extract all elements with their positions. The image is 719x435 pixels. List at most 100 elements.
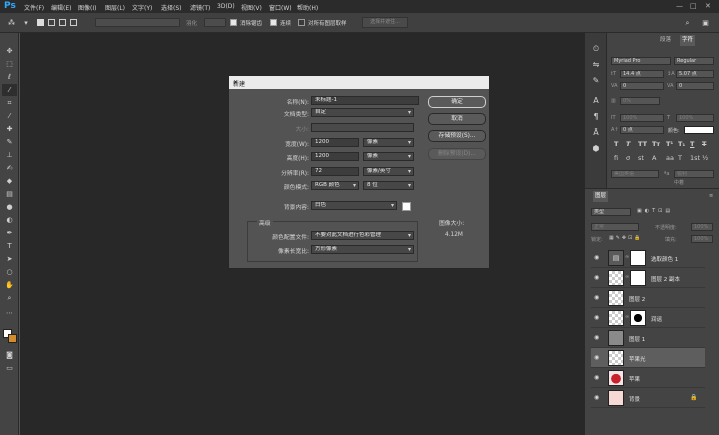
baseline-shift-input[interactable]: 0 点 xyxy=(620,126,664,134)
menu-filter[interactable]: 滤镜(T) xyxy=(190,3,210,12)
cancel-button[interactable]: 取消 xyxy=(428,113,486,125)
eyedropper-tool-icon[interactable]: ⁄ xyxy=(2,110,17,122)
color-profile-select[interactable]: 不要对此文档进行色彩管理 xyxy=(311,231,414,240)
tsume-select[interactable]: 0% xyxy=(620,97,660,105)
resolution-unit-select[interactable]: 像素/英寸 xyxy=(363,167,414,176)
quick-mask-icon[interactable]: ◙ xyxy=(2,349,17,361)
fractions-icon[interactable]: 1st xyxy=(690,154,700,162)
screen-mode-icon[interactable]: ▭ xyxy=(2,362,17,374)
select-and-mask-button[interactable]: 选择并遮住... xyxy=(362,17,408,28)
height-input[interactable]: 1200 xyxy=(311,152,359,161)
filter-icons[interactable]: ▣◐T⊡▤ xyxy=(637,208,673,214)
menu-help[interactable]: 帮助(H) xyxy=(297,3,318,12)
new-selection-icon[interactable] xyxy=(37,19,44,26)
name-input[interactable]: 未标题-1 xyxy=(311,96,419,105)
restore-button[interactable]: □ xyxy=(690,2,697,10)
close-icon[interactable]: ✕ xyxy=(233,79,485,86)
add-selection-icon[interactable] xyxy=(48,19,55,26)
delete-preset-button[interactable]: 删除预设(D)... xyxy=(428,148,486,160)
font-family-select[interactable]: Myriad Pro xyxy=(611,57,671,65)
anti-alias-checkbox[interactable] xyxy=(230,19,237,26)
tracking-select[interactable]: 0 xyxy=(676,82,714,90)
glyphs-panel-icon[interactable]: Ā xyxy=(590,127,602,139)
all-caps-icon[interactable]: TT xyxy=(638,140,647,148)
bit-depth-select[interactable]: 8 位 xyxy=(363,181,414,190)
menu-edit[interactable]: 编辑(E) xyxy=(51,3,71,12)
clone-stamp-tool-icon[interactable]: ⊥ xyxy=(2,149,17,161)
faux-bold-icon[interactable]: T xyxy=(614,140,618,148)
layer-mask-thumbnail[interactable] xyxy=(630,310,646,326)
vertical-scale-input[interactable]: 100% xyxy=(620,114,664,122)
background-contents-select[interactable]: 白色 xyxy=(311,201,397,210)
layer-mask-thumbnail[interactable] xyxy=(630,250,646,266)
pen-tool-icon[interactable]: ✒ xyxy=(2,227,17,239)
pixel-aspect-select[interactable]: 方形像素 xyxy=(311,245,414,254)
paragraph-panel-icon[interactable]: ¶ xyxy=(590,111,602,123)
menu-window[interactable]: 窗口(W) xyxy=(269,3,292,12)
menu-image[interactable]: 图像(I) xyxy=(78,3,96,12)
faux-italic-icon[interactable]: T xyxy=(626,140,630,148)
resolution-input[interactable]: 72 xyxy=(311,167,359,176)
menu-3d[interactable]: 3D(D) xyxy=(217,3,235,10)
save-preset-button[interactable]: 存储预设(S)... xyxy=(428,130,486,142)
history-brush-tool-icon[interactable]: ✍ xyxy=(2,162,17,174)
blend-mode-select[interactable]: 正常 xyxy=(591,223,639,231)
subscript-icon[interactable]: T₁ xyxy=(678,140,685,148)
tab-layers[interactable]: 图层 xyxy=(593,191,609,202)
type-tool-icon[interactable]: T xyxy=(2,240,17,252)
kerning-select[interactable]: 0 xyxy=(620,82,664,90)
layer-mask-thumbnail[interactable] xyxy=(630,270,646,286)
horizontal-scale-input[interactable]: 100% xyxy=(676,114,714,122)
move-tool-icon[interactable]: ✥ xyxy=(2,45,17,57)
background-color-swatch[interactable] xyxy=(402,202,411,211)
strikethrough-icon[interactable]: T xyxy=(702,140,706,148)
blur-tool-icon[interactable]: ● xyxy=(2,201,17,213)
stylistic-alternates-icon[interactable]: A xyxy=(652,154,656,162)
ok-button[interactable]: 确定 xyxy=(428,96,486,108)
brush-settings-icon[interactable]: ✎ xyxy=(590,75,602,87)
width-unit-select[interactable]: 像素 xyxy=(363,138,414,147)
small-caps-icon[interactable]: Tт xyxy=(652,140,660,148)
adjustments-panel-icon[interactable]: ⇋ xyxy=(590,59,602,71)
leading-select[interactable]: 5.07 点 xyxy=(676,70,714,78)
color-mode-select[interactable]: RGB 颜色 xyxy=(311,181,359,190)
feather-input[interactable] xyxy=(204,18,226,27)
tool-preset-chevron-icon[interactable]: ▾ xyxy=(22,17,30,29)
eye-icon[interactable]: ◉ xyxy=(594,334,599,341)
layer-row[interactable]: ◉ 图层 1 xyxy=(591,328,705,348)
zoom-tool-icon[interactable]: ⌕ xyxy=(2,292,17,304)
3d-panel-icon[interactable]: ⬢ xyxy=(590,143,602,155)
eye-icon[interactable]: ◉ xyxy=(594,374,599,381)
sample-all-checkbox[interactable] xyxy=(298,19,305,26)
language-select[interactable]: 美国英语 xyxy=(611,170,659,178)
opacity-input[interactable]: 100% xyxy=(691,223,713,231)
menu-type[interactable]: 文字(Y) xyxy=(132,3,152,12)
layer-filter-select[interactable]: 类型 xyxy=(591,208,631,216)
shape-tool-icon[interactable]: ○ xyxy=(2,266,17,278)
fill-input[interactable]: 100% xyxy=(691,235,713,243)
font-size-select[interactable]: 14.4 点 xyxy=(620,70,664,78)
crop-tool-icon[interactable]: ⌗ xyxy=(2,97,17,109)
contiguous-checkbox[interactable] xyxy=(270,19,277,26)
eye-icon[interactable]: ◉ xyxy=(594,294,599,301)
dodge-tool-icon[interactable]: ◐ xyxy=(2,214,17,226)
layer-row[interactable]: ◉ 苹果光 xyxy=(591,348,705,368)
character-panel-icon[interactable]: A xyxy=(590,95,602,107)
titling-alternates-icon[interactable]: aa xyxy=(666,154,674,162)
text-color-swatch[interactable] xyxy=(684,126,714,134)
layer-row[interactable]: ◉ 苹果 xyxy=(591,368,705,388)
magic-wand-tool-icon[interactable]: ⁂ xyxy=(4,17,19,29)
advanced-toggle[interactable]: 高级 xyxy=(257,218,273,227)
eye-icon[interactable]: ◉ xyxy=(594,314,599,321)
width-input[interactable]: 1200 xyxy=(311,138,359,147)
height-unit-select[interactable]: 像素 xyxy=(363,152,414,161)
subtract-selection-icon[interactable] xyxy=(59,19,66,26)
background-color-swatch[interactable] xyxy=(8,334,17,343)
magic-wand-tool-icon[interactable]: ⁄ xyxy=(2,84,17,96)
ordinals-icon[interactable]: T xyxy=(678,154,682,162)
layer-row[interactable]: ◉ ∞ 润谣 xyxy=(591,308,705,328)
history-panel-icon[interactable]: ⏲ xyxy=(590,43,602,55)
menu-view[interactable]: 视图(V) xyxy=(241,3,262,12)
fraction-half-icon[interactable]: ½ xyxy=(702,154,708,162)
swash-icon[interactable]: st xyxy=(638,154,644,162)
